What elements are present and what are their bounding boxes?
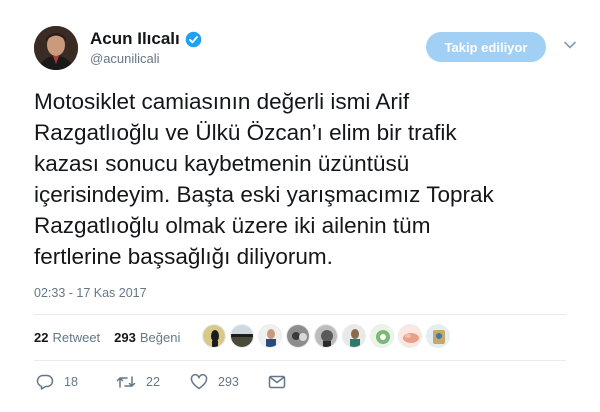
engagement-stats: 22 Retweet 293 Beğeni (34, 330, 180, 345)
user-handle[interactable]: @acunilicali (90, 51, 160, 66)
like-label[interactable]: Beğeni (140, 330, 180, 345)
liker-avatar[interactable] (230, 324, 254, 348)
tweet-actions: 18 22 293 (36, 374, 296, 390)
display-name[interactable]: Acun Ilıcalı (90, 29, 180, 49)
tweet-text-line: Razgatlıoğlu olmak üzere iki ailenin tüm (34, 213, 431, 238)
tweet-text-line: fertlerine başsağlığı diliyorum. (34, 244, 333, 269)
reply-button[interactable]: 18 (36, 374, 116, 390)
following-button[interactable]: Takip ediliyor (426, 32, 546, 62)
heart-icon (190, 374, 208, 390)
retweet-button[interactable]: 22 (116, 375, 190, 389)
liker-avatar[interactable] (258, 324, 282, 348)
tweet-card: Acun Ilıcalı @acunilicali Takip ediliyor… (0, 0, 600, 412)
liker-avatars (202, 324, 454, 348)
retweet-label[interactable]: Retweet (52, 330, 100, 345)
tweet-text-line: Razgatlıoğlu ve Ülkü Özcan’ı elim bir tr… (34, 120, 457, 145)
liker-avatar[interactable] (398, 324, 422, 348)
liker-avatar[interactable] (370, 324, 394, 348)
liker-avatar[interactable] (426, 324, 450, 348)
avatar[interactable] (34, 26, 78, 70)
tweet-text-line: içerisindeyim. Başta eski yarışmacımız T… (34, 182, 494, 207)
name-row: Acun Ilıcalı (90, 29, 202, 49)
liker-avatar[interactable] (202, 324, 226, 348)
envelope-icon (268, 375, 286, 389)
timestamp[interactable]: 02:33 - 17 Kas 2017 (34, 286, 147, 300)
retweet-action-count: 22 (146, 375, 160, 389)
like-action-count: 293 (218, 375, 239, 389)
verified-badge-icon (185, 31, 202, 47)
retweet-icon (116, 376, 136, 388)
liker-avatar[interactable] (314, 324, 338, 348)
chevron-down-icon[interactable] (563, 38, 577, 52)
retweet-count[interactable]: 22 (34, 330, 48, 345)
tweet-text: Motosiklet camiasının değerli ismi Arif … (34, 86, 574, 272)
like-button[interactable]: 293 (190, 374, 268, 390)
divider (34, 314, 566, 315)
avatar-image (34, 26, 78, 70)
liker-avatar[interactable] (286, 324, 310, 348)
reply-count: 18 (64, 375, 78, 389)
tweet-text-line: Motosiklet camiasının değerli ismi Arif (34, 89, 410, 114)
like-count[interactable]: 293 (114, 330, 136, 345)
reply-icon (36, 374, 54, 390)
divider (34, 360, 566, 361)
liker-avatar[interactable] (342, 324, 366, 348)
tweet-text-line: kazası sonucu kaybetmenin üzüntüsü (34, 151, 410, 176)
direct-message-button[interactable] (268, 375, 296, 389)
